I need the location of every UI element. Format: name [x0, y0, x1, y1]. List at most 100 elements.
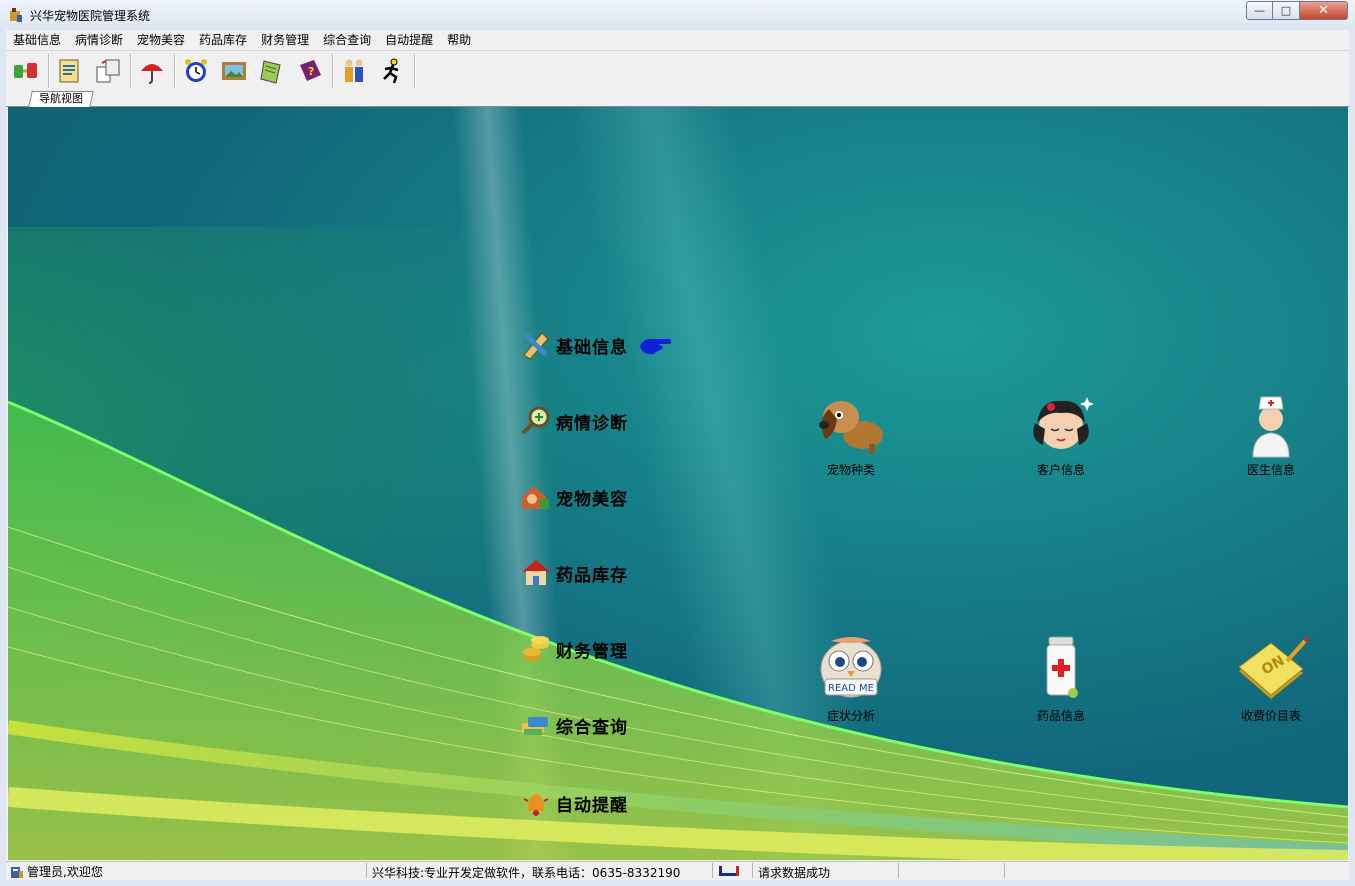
- nav-label: 病情诊断: [556, 413, 628, 434]
- minimize-button[interactable]: —: [1246, 1, 1273, 20]
- toolbar-separator: [130, 54, 132, 88]
- nav-medicine-stock[interactable]: 药品库存: [520, 557, 628, 589]
- status-company-info: 兴华科技:专业开发定做软件，联系电话：0635-8332190: [372, 866, 681, 880]
- menu-bar: 基础信息 病情诊断 宠物美容 药品库存 财务管理 综合查询 自动提醒 帮助: [6, 30, 1349, 51]
- title-bar: 兴华宠物医院管理系统 — □ ✕: [0, 0, 1355, 31]
- nav-pet-grooming[interactable]: 宠物美容: [520, 481, 628, 513]
- medicine-bottle-icon: [1046, 636, 1078, 698]
- background-waves: [8, 400, 1348, 860]
- tile-label: 药品信息: [1036, 709, 1085, 723]
- status-user-text: 管理员,欢迎您: [27, 865, 103, 879]
- menu-finance[interactable]: 财务管理: [254, 31, 316, 49]
- user-icon: [11, 866, 23, 878]
- toolbar-umbrella-button[interactable]: [134, 53, 170, 89]
- menu-diagnosis[interactable]: 病情诊断: [68, 31, 130, 49]
- tile-symptom-analysis[interactable]: READ ME 症状分析: [796, 635, 906, 724]
- toolbar-separator: [332, 54, 334, 88]
- nav-label: 宠物美容: [556, 489, 628, 510]
- tile-pet-types[interactable]: 宠物种类: [796, 389, 906, 478]
- tile-label: 客户信息: [1036, 463, 1085, 477]
- nav-label: 基础信息: [556, 337, 628, 358]
- pencil-ruler-icon: [523, 332, 549, 360]
- dog-icon: [819, 401, 883, 454]
- toolbar-connect-button[interactable]: [8, 53, 44, 89]
- tile-price-list[interactable]: ON 收费价目表: [1216, 635, 1326, 724]
- nav-diagnosis[interactable]: 病情诊断: [520, 405, 628, 437]
- status-divider: [712, 863, 713, 878]
- tile-label: 症状分析: [826, 709, 875, 723]
- tab-label: 导航视图: [39, 92, 83, 105]
- window-frame-left: [0, 30, 6, 886]
- status-divider: [752, 863, 753, 878]
- girl-face-icon: [1033, 397, 1094, 449]
- nav-label: 药品库存: [556, 565, 628, 586]
- alarm-clock-icon: [185, 59, 207, 82]
- connect-icon: [14, 63, 37, 78]
- toolbar-notebook-button[interactable]: [254, 53, 290, 89]
- magnifier-icon: [521, 406, 550, 435]
- status-divider: [1004, 863, 1005, 878]
- owl-read-me-icon: READ ME: [820, 637, 882, 698]
- toolbar-picture-button[interactable]: [216, 53, 252, 89]
- tile-label: 医生信息: [1246, 463, 1295, 477]
- status-divider: [366, 863, 367, 878]
- nav-label: 自动提醒: [556, 795, 628, 816]
- status-message: 请求数据成功: [758, 866, 831, 880]
- tile-medicine-info[interactable]: 药品信息: [1006, 635, 1116, 724]
- tile-label: 收费价目表: [1240, 709, 1301, 723]
- tile-doctor-info[interactable]: 医生信息: [1216, 389, 1326, 478]
- hand-pointer-icon: [640, 338, 671, 355]
- status-bar: 管理员,欢迎您 兴华科技:专业开发定做软件，联系电话：0635-8332190 …: [6, 861, 1349, 881]
- toolbar-separator: [174, 54, 176, 88]
- picture-icon: [222, 62, 246, 80]
- help-book-icon: ?: [300, 60, 321, 81]
- menu-medicine-stock[interactable]: 药品库存: [192, 31, 254, 49]
- nav-reminder[interactable]: 自动提醒: [520, 787, 628, 819]
- close-button[interactable]: ✕: [1300, 1, 1348, 20]
- transfer-icon: [96, 59, 120, 83]
- menu-pet-grooming[interactable]: 宠物美容: [130, 31, 192, 49]
- toolbar-transfer-button[interactable]: [90, 53, 126, 89]
- bell-icon: [523, 794, 549, 816]
- runner-icon: [383, 58, 399, 84]
- tab-strip: 导航视图: [6, 91, 1349, 107]
- toolbar-people-button[interactable]: [336, 53, 372, 89]
- svg-text:?: ?: [308, 65, 314, 78]
- notebook-icon: [260, 60, 281, 84]
- toolbar: ?: [6, 51, 1349, 91]
- database-icon: [522, 717, 548, 735]
- tile-label: 宠物种类: [826, 463, 875, 477]
- menu-reminder[interactable]: 自动提醒: [378, 31, 440, 49]
- toolbar-document-button[interactable]: [52, 53, 88, 89]
- nav-label: 财务管理: [556, 641, 628, 662]
- notepad-on-icon: ON: [1238, 636, 1310, 699]
- menu-basic-info[interactable]: 基础信息: [6, 31, 68, 49]
- window-frame-right: [1349, 30, 1355, 886]
- toolbar-help-button[interactable]: ?: [292, 53, 328, 89]
- tile-customer-info[interactable]: 客户信息: [1006, 389, 1116, 478]
- nav-finance[interactable]: 财务管理: [520, 633, 628, 665]
- progress-indicator-icon: [719, 866, 739, 876]
- window-frame-bottom: [0, 880, 1355, 886]
- umbrella-icon: [141, 64, 163, 84]
- house-person-icon: [522, 486, 549, 509]
- nav-query[interactable]: 综合查询: [520, 709, 628, 741]
- nav-label: 综合查询: [556, 717, 628, 738]
- coins-icon: [523, 636, 549, 661]
- navigation-view: 基础信息 病情诊断 宠物美容 药品库存 财务管理 综合查询 自动提醒 宠物种类 …: [8, 107, 1348, 860]
- document-icon: [59, 59, 79, 83]
- toolbar-separator: [48, 54, 50, 88]
- app-icon: [10, 8, 22, 22]
- toolbar-alarm-button[interactable]: [178, 53, 214, 89]
- toolbar-exit-button[interactable]: [374, 53, 410, 89]
- status-user: 管理员,欢迎您: [10, 863, 103, 880]
- maximize-button[interactable]: □: [1273, 1, 1300, 20]
- nav-basic-info[interactable]: 基础信息: [520, 329, 628, 361]
- nurse-icon: [1252, 396, 1290, 458]
- house-icon: [522, 560, 550, 585]
- menu-query[interactable]: 综合查询: [316, 31, 378, 49]
- menu-help[interactable]: 帮助: [440, 31, 478, 49]
- people-icon: [345, 59, 363, 82]
- tab-navigation-view[interactable]: 导航视图: [28, 91, 94, 107]
- window-title: 兴华宠物医院管理系统: [30, 9, 151, 23]
